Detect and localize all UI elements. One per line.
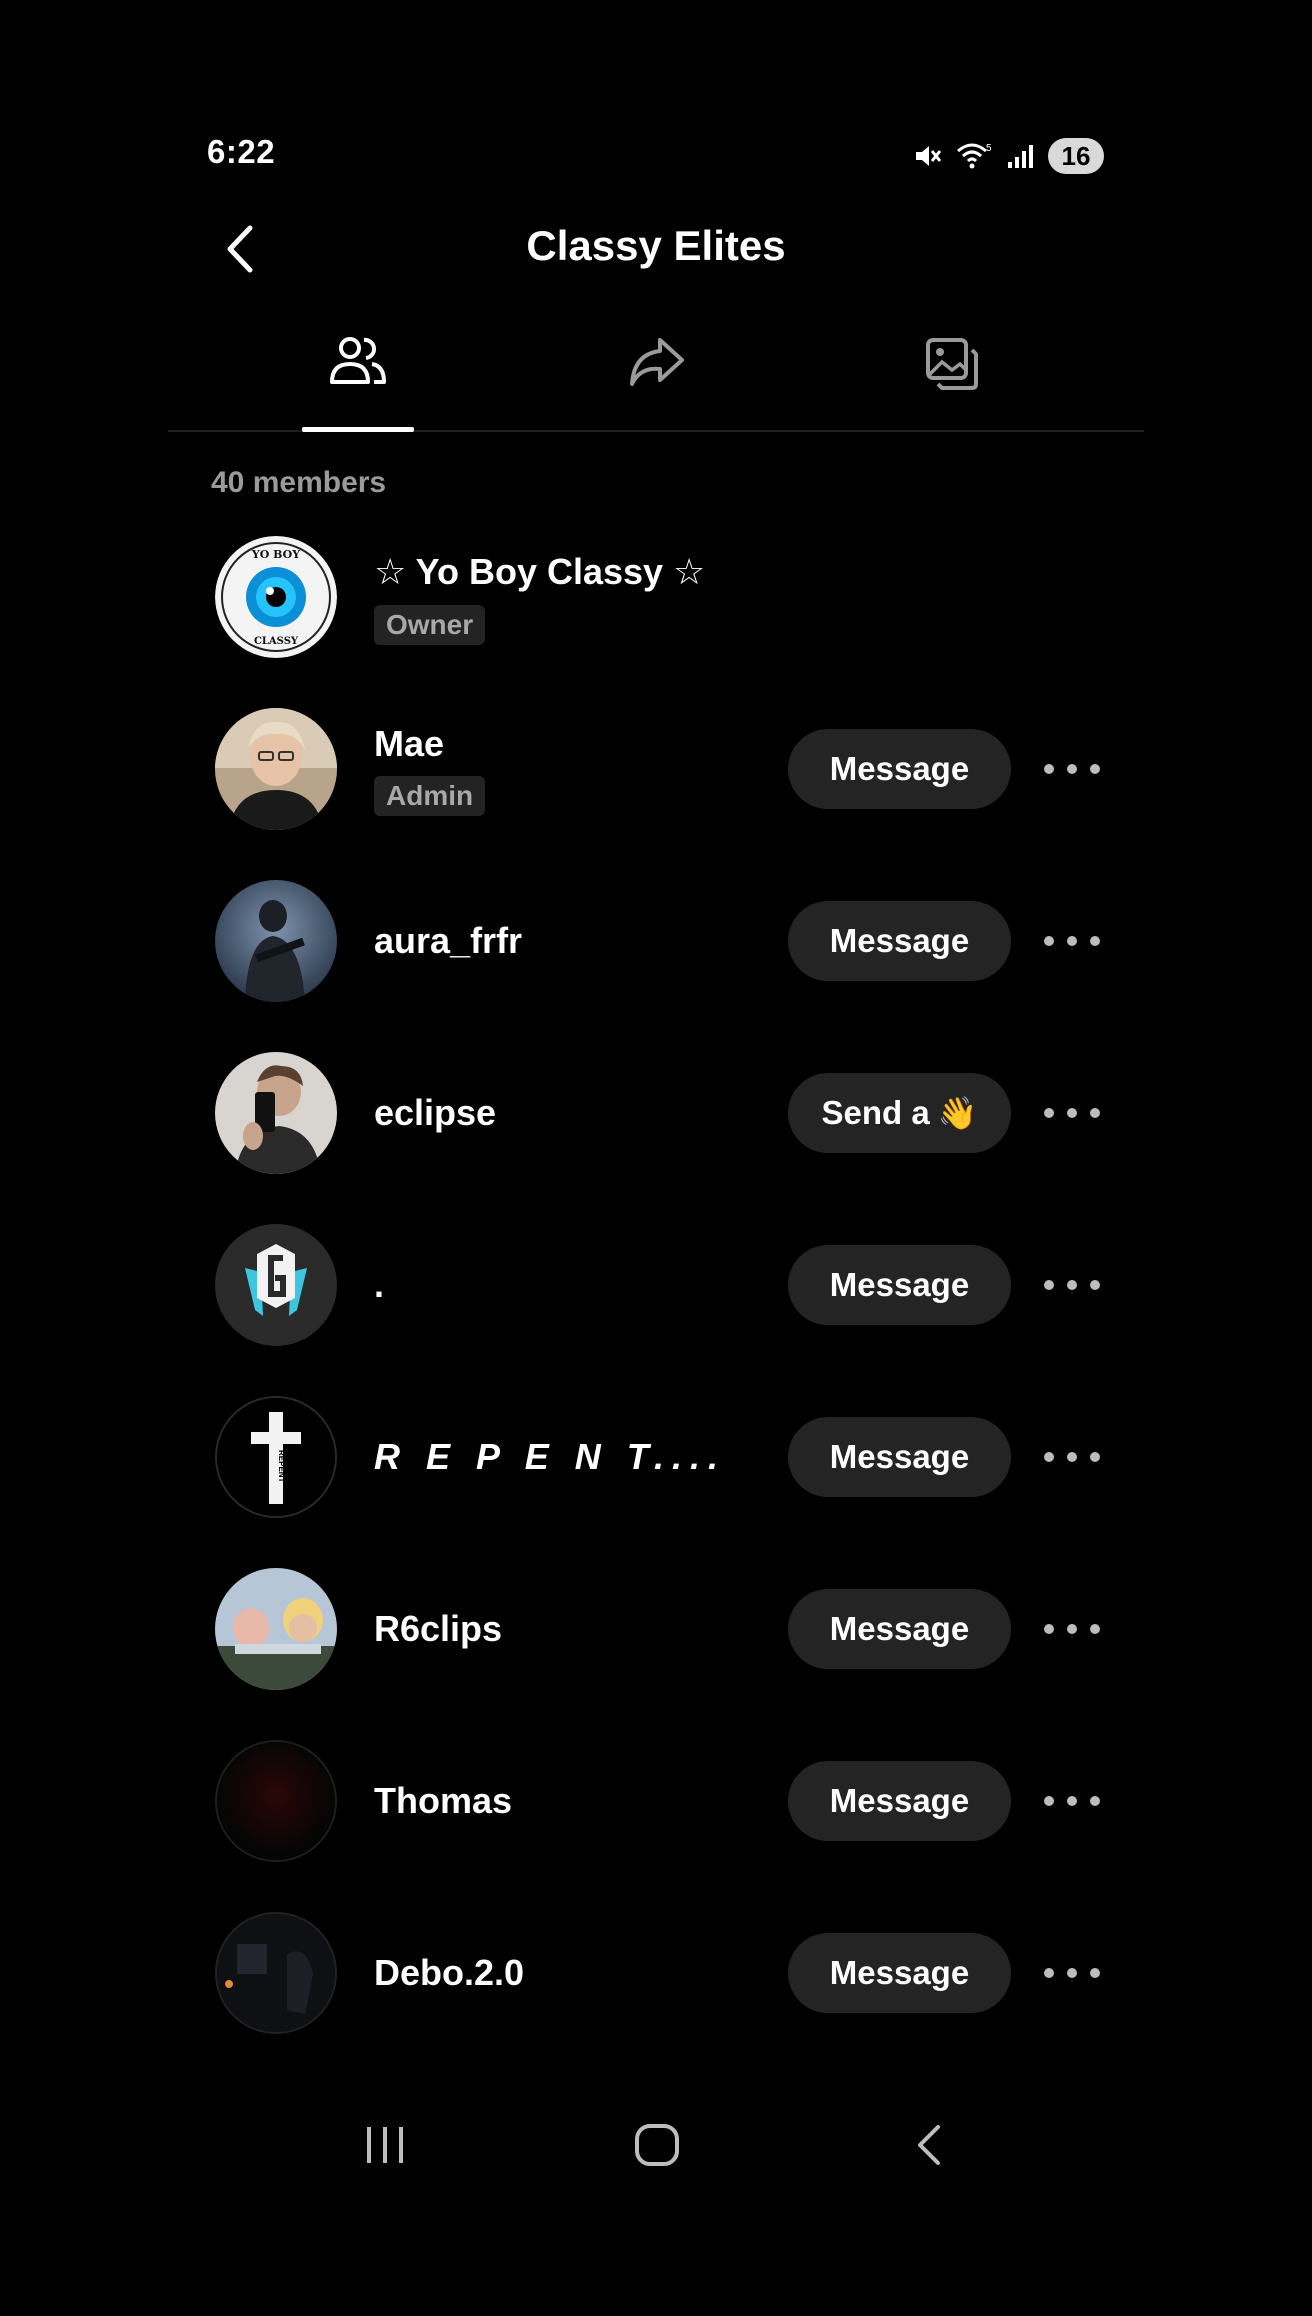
recents-button[interactable] (345, 2100, 425, 2190)
message-button[interactable]: Message (788, 729, 1011, 809)
avatar (215, 1224, 337, 1346)
member-name: eclipse (374, 1092, 497, 1133)
member-name: R E P E N T.... (374, 1436, 727, 1477)
battery-icon: 16 (1048, 138, 1104, 174)
page-title: Classy Elites (526, 222, 786, 269)
tab-media[interactable] (892, 320, 1012, 426)
avatar-text-top: YO BOY (251, 548, 300, 561)
message-button[interactable]: Message (788, 1933, 1011, 2013)
role-badge: Owner (374, 605, 486, 645)
member-name: R6clips (374, 1608, 503, 1649)
list-item[interactable]: eclipse Send a 👋 (0, 1033, 1312, 1193)
tab-bar (168, 320, 1144, 432)
more-options-button[interactable] (1044, 1785, 1100, 1817)
signal-icon (1008, 145, 1033, 168)
list-item[interactable]: Thomas Message (0, 1721, 1312, 1881)
back-nav-button[interactable] (889, 2100, 969, 2190)
avatar (215, 1052, 337, 1174)
more-options-button[interactable] (1044, 1097, 1100, 1129)
back-icon (918, 2125, 940, 2165)
mute-icon (916, 146, 942, 166)
list-item[interactable]: . Message (0, 1205, 1312, 1365)
people-icon (330, 337, 386, 384)
wifi-icon: 5 (957, 143, 992, 169)
message-button[interactable]: Message (788, 1589, 1011, 1669)
share-icon (630, 338, 684, 386)
header: Classy Elites (0, 200, 1312, 290)
message-button[interactable]: Message (788, 1761, 1011, 1841)
list-item[interactable]: Debo.2.0 Message (0, 1893, 1312, 2053)
avatar: YO BOY CLASSY (215, 536, 337, 658)
avatar (215, 1740, 337, 1862)
more-options-button[interactable] (1044, 1957, 1100, 1989)
member-name: . (374, 1264, 385, 1305)
avatar: REPENT (215, 1396, 337, 1518)
list-item[interactable]: REPENT R E P E N T.... Message (0, 1377, 1312, 1537)
more-options-button[interactable] (1044, 1269, 1100, 1301)
member-count: 40 members (211, 466, 387, 499)
home-button[interactable] (617, 2100, 697, 2190)
more-options-button[interactable] (1044, 1613, 1100, 1645)
avatar-text: REPENT (277, 1450, 286, 1483)
list-item[interactable]: Mae Admin Message (0, 689, 1312, 849)
more-options-button[interactable] (1044, 1441, 1100, 1473)
member-name: Mae (374, 723, 445, 764)
recents-icon (367, 2127, 403, 2163)
status-bar: 6:22 5 16 (0, 0, 1312, 200)
wave-icon: 👋 (937, 1095, 978, 1131)
svg-text:5: 5 (986, 143, 992, 154)
status-time: 6:22 (207, 133, 276, 170)
member-name: aura_frfr (374, 920, 523, 961)
message-button[interactable]: Message (788, 1417, 1011, 1497)
avatar (215, 708, 337, 830)
status-icons: 5 16 (912, 136, 1104, 176)
member-name: Thomas (374, 1780, 513, 1821)
gallery-icon (926, 338, 978, 390)
send-wave-label: Send a (821, 1094, 930, 1131)
send-wave-button[interactable]: Send a 👋 (788, 1073, 1011, 1153)
member-name: Debo.2.0 (374, 1952, 525, 1993)
avatar (215, 880, 337, 1002)
avatar-text-bottom: CLASSY (254, 636, 299, 647)
more-options-button[interactable] (1044, 753, 1100, 785)
avatar (215, 1568, 337, 1690)
tab-share[interactable] (596, 320, 716, 426)
list-item[interactable]: YO BOY CLASSY ☆ Yo Boy Classy ☆ Owner (0, 517, 1312, 677)
home-icon (635, 2124, 679, 2166)
tab-indicator (302, 427, 414, 432)
tab-members[interactable] (298, 320, 418, 426)
member-name: ☆ Yo Boy Classy ☆ (374, 551, 706, 592)
message-button[interactable]: Message (788, 901, 1011, 981)
avatar (215, 1912, 337, 2034)
list-item[interactable]: R6clips Message (0, 1549, 1312, 1709)
role-badge: Admin (374, 776, 486, 816)
list-item[interactable]: aura_frfr Message (0, 861, 1312, 1021)
message-button[interactable]: Message (788, 1245, 1011, 1325)
system-nav-bar (0, 2100, 1312, 2190)
more-options-button[interactable] (1044, 925, 1100, 957)
